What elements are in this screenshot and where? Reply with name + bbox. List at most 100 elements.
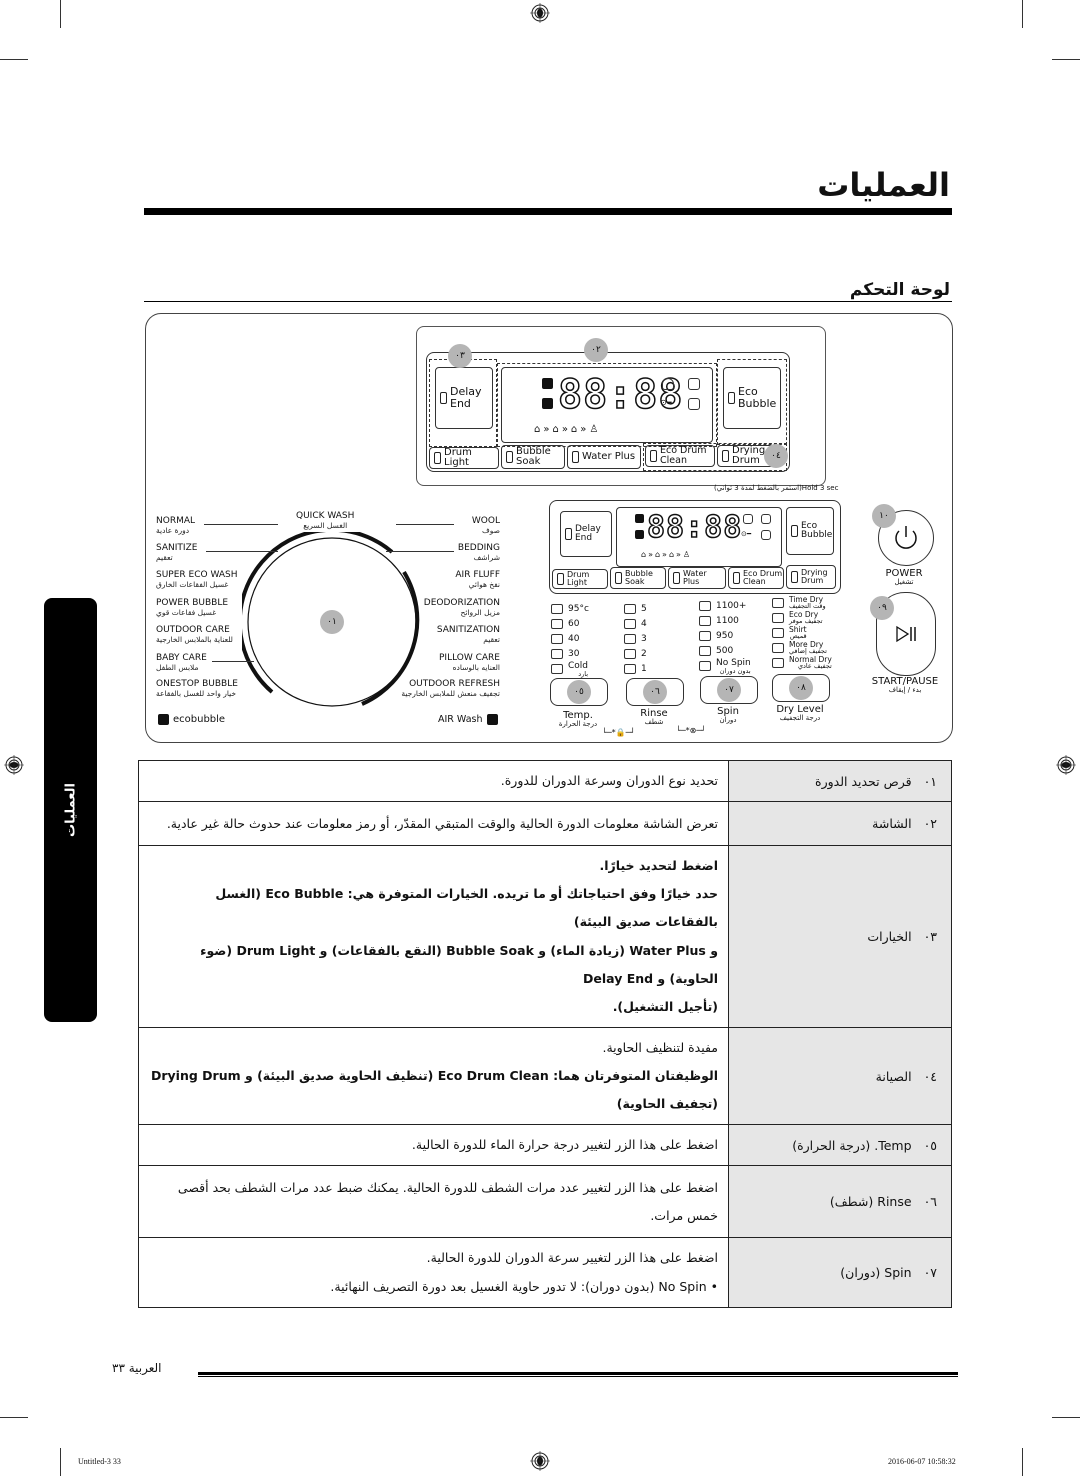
crop-mark xyxy=(1052,59,1080,60)
dial-program-outdoor-refresh[interactable]: OUTDOOR REFRESH تجفيف منعش للملابس الخارج… xyxy=(401,679,500,698)
registration-mark-icon xyxy=(4,755,24,775)
mute-combo-hint: └─*⊗─┘ xyxy=(676,726,706,735)
row-heading: ٠٣الخيارات xyxy=(728,845,952,1028)
dial-program-super-eco-wash[interactable]: SUPER ECO WASH غسيل الفقاعات الخارق xyxy=(156,570,238,589)
add-garment-icon xyxy=(542,398,553,409)
crop-mark xyxy=(1022,0,1023,28)
lower-digit-display: 88:88 xyxy=(646,509,743,546)
dial-program-quick-wash[interactable]: QUICK WASH الغسل السريع xyxy=(296,511,354,530)
table-row: ٠٤الصيانة مفيدة لتنظيف الحاوية. الوظيفتا… xyxy=(138,1026,952,1126)
power-label: POWER تشغيل xyxy=(885,568,923,586)
row-description: اضغط على هذا الزر لتغيير درجة حرارة الما… xyxy=(138,1124,729,1167)
crop-mark xyxy=(1052,1417,1080,1418)
child-lock-icon xyxy=(662,378,674,390)
key-icon: ⊙━ xyxy=(660,398,672,407)
delay-end-button[interactable]: Delay End xyxy=(560,511,612,557)
row-heading: ٠٢الشاشة xyxy=(728,801,952,847)
start-pause-label: START/PAUSE بدء / إيقاف xyxy=(871,676,939,694)
lower-lcd: 88:88 ⊙━ ⌂»⌂»⌂»♙ xyxy=(616,507,782,567)
cycle-progress-icons: ⌂»⌂»⌂»♙ xyxy=(534,424,602,435)
rinse-option: 1 xyxy=(624,664,647,674)
rinse-option: 4 xyxy=(624,619,647,629)
temp-option-cold: Cold بارد xyxy=(551,662,588,677)
page-number: العربية ٣٣ xyxy=(112,1361,162,1375)
drum-light-button[interactable]: Drum Light xyxy=(429,447,499,469)
dial-program-wool[interactable]: WOOL صوف xyxy=(472,516,500,535)
crop-mark xyxy=(60,0,61,28)
dial-program-sanitize[interactable]: SANITIZE تعقيم xyxy=(156,543,197,562)
registration-mark-icon xyxy=(530,3,550,23)
dial-program-bedding[interactable]: BEDDING شراشف xyxy=(458,543,500,562)
footer-rule xyxy=(198,1372,958,1377)
row-description: اضغط لتحديد خيارًا. حدد خيارًا وفق احتيا… xyxy=(138,845,729,1028)
row-description: تحديد نوع الدوران وسرعة الدوران للدورة. xyxy=(138,759,729,803)
crop-mark xyxy=(1022,1448,1023,1476)
table-row: ٠٦Rinse (شطف) اضغط على هذا الزر لتغيير ع… xyxy=(138,1165,952,1239)
dial-program-onestop-bubble[interactable]: ONESTOP BUBBLE خيار واحد للغسل بالفقاعة xyxy=(156,679,238,698)
registration-mark-icon xyxy=(530,1451,550,1471)
bubble-soak-button[interactable]: Bubble Soak xyxy=(610,567,666,589)
water-plus-button[interactable]: Water Plus xyxy=(668,567,726,589)
table-row: ٠٧Spin (دوران) اضغط على هذا الزر لتغيير … xyxy=(138,1237,952,1308)
rinse-button[interactable]: ٠٦ xyxy=(626,678,684,706)
drum-clean-icon xyxy=(688,378,700,390)
imprint-file: Untitled-3 33 xyxy=(78,1457,121,1466)
row-heading: ٠٦Rinse (شطف) xyxy=(728,1165,952,1239)
dial-program-deodorization[interactable]: DEODORIZATION مزيل الروائح xyxy=(424,598,500,617)
air-wash-logo: AIR Wash xyxy=(438,714,498,725)
registration-mark-icon xyxy=(1056,755,1076,775)
crop-mark xyxy=(60,1448,61,1476)
row-heading: ٠٥Temp. (درجة الحرارة) xyxy=(728,1124,952,1167)
water-plus-button[interactable]: Water Plus xyxy=(567,445,641,469)
dry-option: More Dry تجفيف إضافي xyxy=(772,641,827,654)
row-heading: ٠٧Spin (دوران) xyxy=(728,1237,952,1308)
spin-option: 1100+ xyxy=(699,601,746,611)
eco-bubble-button[interactable]: Eco Bubble xyxy=(786,507,834,555)
spin-button[interactable]: ٠٧ xyxy=(700,676,758,704)
crop-mark xyxy=(0,59,28,60)
rinse-option: 3 xyxy=(624,634,647,644)
dial-program-power-bubble[interactable]: POWER BUBBLE غسيل فقاعات قوي xyxy=(156,598,228,617)
upper-lcd: 88:88 ⊙━ ⌂»⌂»⌂»♙ xyxy=(501,367,713,443)
drum-light-button[interactable]: Drum Light xyxy=(552,569,608,589)
grid-icon xyxy=(761,530,771,540)
callout-badge-01: ٠١ xyxy=(320,610,344,634)
table-row: ٠٣الخيارات اضغط لتحديد خيارًا. حدد خيارً… xyxy=(138,845,952,1028)
row-description: مفيدة لتنظيف الحاوية. الوظيفتان المتوفرت… xyxy=(138,1026,729,1126)
table-row: ٠٢الشاشة تعرض الشاشة معلومات الدورة الحا… xyxy=(138,801,952,847)
control-description-table: ٠١قرص تحديد الدورة تحديد نوع الدوران وسر… xyxy=(138,759,952,1308)
callout-badge-10: ١٠ xyxy=(872,504,896,528)
title-rule xyxy=(144,208,952,215)
dry-level-button[interactable]: ٠٨ xyxy=(772,674,830,702)
section-title: لوحة التحكم xyxy=(849,280,950,300)
drum-clean-icon xyxy=(761,514,771,524)
spin-option: 1100 xyxy=(699,616,739,626)
lower-display-panel: Delay End 88:88 ⊙━ ⌂»⌂»⌂»♙ Eco Bubble Dr… xyxy=(549,500,841,594)
temp-option: 40 xyxy=(551,634,579,644)
section-rule xyxy=(144,301,952,302)
callout-badge-03: ٠٣ xyxy=(448,344,472,368)
temp-label: Temp. درجة الحرارة xyxy=(558,710,598,728)
dial-program-normal[interactable]: NORMAL دورة عادية xyxy=(156,516,195,535)
crop-mark xyxy=(0,1417,28,1418)
eco-drum-clean-button[interactable]: Eco Drum Clean xyxy=(645,445,715,467)
dial-program-air-fluff[interactable]: AIR FLUFF نفخ هوائي xyxy=(455,570,500,589)
dial-program-sanitization[interactable]: SANITIZATION تعقيم xyxy=(437,625,500,644)
dial-program-pillow-care[interactable]: PILLOW CARE العنايه بالوساده xyxy=(439,653,500,672)
bubble-soak-button[interactable]: Bubble Soak xyxy=(501,445,565,469)
drying-drum-button[interactable]: Drying Drum xyxy=(786,565,836,589)
eco-bubble-button[interactable]: Eco Bubble xyxy=(723,367,781,429)
eco-drum-clean-button[interactable]: Eco Drum Clean xyxy=(728,567,784,589)
spin-option-no-spin: No Spin بدون دوران xyxy=(699,659,751,674)
dial-program-baby-care[interactable]: BABY CARE ملابس الطفل xyxy=(156,653,207,672)
temp-button[interactable]: ٠٥ xyxy=(550,678,608,706)
delay-end-button[interactable]: Delay End xyxy=(435,367,493,429)
upper-display-panel: Delay End 88:88 ⊙━ ⌂»⌂»⌂»♙ Eco Bubble Dr… xyxy=(426,352,790,472)
dial-program-outdoor-care[interactable]: OUTDOOR CARE للعناية بالملابس الخارجية xyxy=(156,625,233,644)
hold-3-sec-note: (استمر بالضغط لمدة 3 ثواني)Hold 3 sec xyxy=(714,484,839,492)
add-garment-icon xyxy=(635,530,644,539)
spin-option: 500 xyxy=(699,646,733,656)
row-description: تعرض الشاشة معلومات الدورة الحالية والوق… xyxy=(138,801,729,847)
child-lock-combo-hint: └─*🔒─┘ xyxy=(602,728,636,737)
key-icon: ⊙━ xyxy=(741,530,752,538)
